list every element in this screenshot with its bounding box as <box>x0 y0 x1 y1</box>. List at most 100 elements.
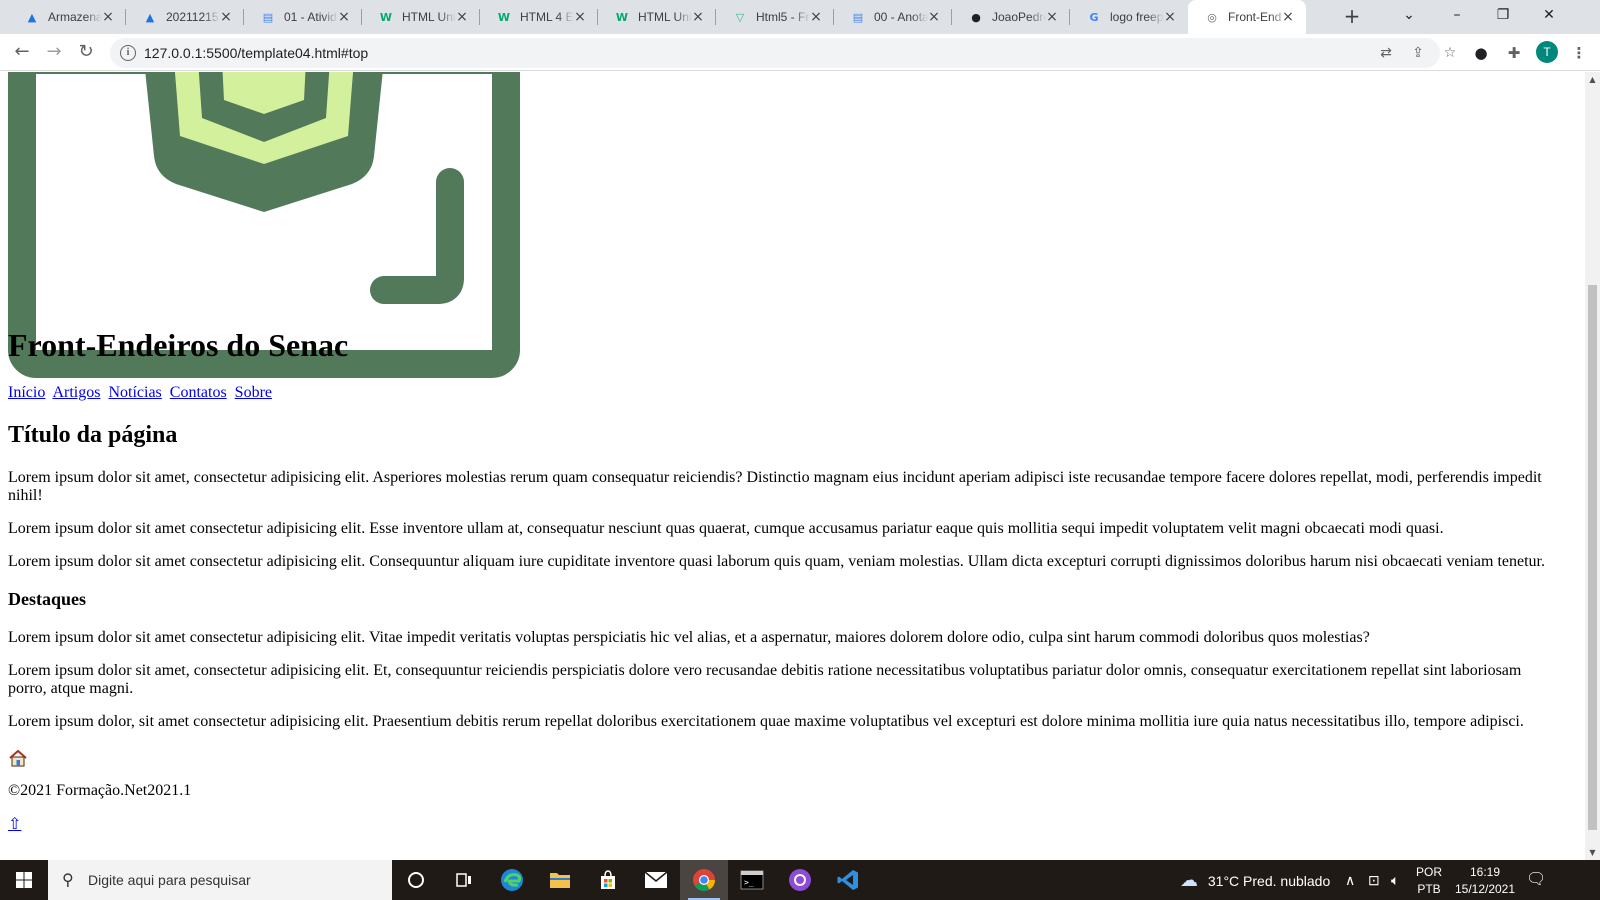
tab-title: logo freep <box>1110 10 1164 24</box>
browser-tab[interactable]: W HTML 4 Er × <box>480 0 598 34</box>
github-icon: ● <box>971 10 981 24</box>
browser-tab[interactable]: W HTML Unic × <box>362 0 480 34</box>
chrome-icon[interactable] <box>680 860 728 900</box>
article-paragraph: Lorem ipsum dolor sit amet consectetur a… <box>8 520 1444 537</box>
extensions-puzzle-icon[interactable]: ✚ <box>1503 42 1525 64</box>
weather-widget[interactable]: ☁ 31°C Pred. nublado <box>1180 860 1330 900</box>
tab-search-icon[interactable]: ⌄ <box>1386 0 1432 34</box>
vscode-icon[interactable] <box>824 860 872 900</box>
page-viewport: Front-Endeiros do Senac Início Artigos N… <box>0 72 1585 860</box>
restore-button[interactable]: ❐ <box>1480 0 1526 34</box>
taskbar-search[interactable]: ⚲ Digite aqui para pesquisar <box>48 860 392 900</box>
tab-title: Front-End <box>1228 10 1282 24</box>
search-icon: ⚲ <box>62 872 74 889</box>
task-view-icon[interactable] <box>440 860 488 900</box>
tab-strip: ▲Armazenar×▲20211215×▤01 - Atividade×WHT… <box>0 0 1600 34</box>
highlights-title: Destaques <box>8 589 87 609</box>
footer-copyright: ©2021 Formação.Net2021.1 <box>8 782 192 799</box>
file-explorer-icon[interactable] <box>536 860 584 900</box>
close-window-button[interactable]: ✕ <box>1526 0 1572 34</box>
tab-close-icon[interactable]: × <box>218 9 234 25</box>
highlight-paragraph: Lorem ipsum dolor sit amet, consectetur … <box>8 662 1522 697</box>
browser-tab[interactable]: ▤ 00 - Anota × <box>834 0 952 34</box>
tab-close-icon[interactable]: × <box>926 9 942 25</box>
highlight-paragraph: Lorem ipsum dolor sit amet consectetur a… <box>8 629 1370 646</box>
browser-tab[interactable]: ▲ 20211215 × <box>126 0 244 34</box>
store-icon[interactable] <box>584 860 632 900</box>
minimize-button[interactable]: – <box>1434 0 1480 34</box>
windows-taskbar: ⚲ Digite aqui para pesquisar >_ ☁ 31°C P… <box>0 860 1600 900</box>
translate-icon[interactable]: ⇄ <box>1376 43 1396 63</box>
browser-tab[interactable]: ▽ Html5 - Fr × <box>716 0 834 34</box>
network-icon[interactable]: ⊡ <box>1368 860 1380 900</box>
profile-avatar[interactable]: T <box>1536 41 1558 63</box>
browser-tab[interactable]: ◎ Front-End × <box>1188 0 1306 34</box>
browser-toolbar: ← → ↻ i 127.0.0.1:5500/template04.html#t… <box>0 34 1600 71</box>
google-icon: G <box>1089 10 1099 24</box>
tab-close-icon[interactable]: × <box>808 9 824 25</box>
windows-start-icon[interactable] <box>0 860 48 900</box>
url-text[interactable]: 127.0.0.1:5500/template04.html#top <box>144 45 368 61</box>
clock-date[interactable]: 15/12/2021 <box>1450 882 1520 896</box>
article-paragraph: Lorem ipsum dolor sit amet, consectetur … <box>8 469 1542 504</box>
logo-corner-bracket <box>370 168 464 304</box>
tab-title: 20211215 <box>166 10 219 24</box>
cloud-icon: ☁ <box>1180 870 1198 890</box>
scrollbar-thumb[interactable] <box>1588 285 1597 830</box>
nav-link-contatos[interactable]: Contatos <box>170 384 227 401</box>
terminal-icon[interactable]: >_ <box>728 860 776 900</box>
share-icon[interactable]: ⇪ <box>1408 43 1428 63</box>
bookmark-star-icon[interactable]: ☆ <box>1440 43 1460 63</box>
volume-icon[interactable]: 🔈︎ <box>1391 860 1399 900</box>
weather-text[interactable]: 31°C Pred. nublado <box>1208 873 1330 889</box>
site-title: Front-Endeiros do Senac <box>8 327 349 363</box>
scroll-up-arrow-icon[interactable]: ▲ <box>1585 72 1600 87</box>
browser-tab[interactable]: ▲ Armazenar × <box>8 0 126 34</box>
mail-icon[interactable] <box>632 860 680 900</box>
tab-close-icon[interactable]: × <box>1162 9 1178 25</box>
show-hidden-icons[interactable]: ∧ <box>1345 860 1355 900</box>
address-bar[interactable]: i 127.0.0.1:5500/template04.html#top ⇄ ⇪… <box>110 38 1456 68</box>
edge-icon[interactable] <box>488 860 536 900</box>
clock-time[interactable]: 16:19 <box>1450 865 1520 879</box>
notification-icon[interactable]: 🗨︎ <box>1526 860 1546 900</box>
tab-close-icon[interactable]: × <box>1044 9 1060 25</box>
tab-title: Html5 - Fr <box>756 10 810 24</box>
tab-close-icon[interactable]: × <box>572 9 588 25</box>
google-drive-icon: ▲ <box>27 10 37 24</box>
tab-close-icon[interactable]: × <box>100 9 116 25</box>
language-top[interactable]: POR <box>1414 865 1444 879</box>
new-tab-button[interactable]: + <box>1340 5 1364 29</box>
page-scrollbar[interactable]: ▲ ▼ <box>1585 72 1600 860</box>
tab-title: HTML Unic <box>638 10 692 24</box>
search-placeholder[interactable]: Digite aqui para pesquisar <box>88 872 251 888</box>
back-icon[interactable]: ← <box>8 39 36 67</box>
browser-tab[interactable]: Glogo freep × <box>1070 0 1188 34</box>
browser-tab[interactable]: W HTML Unic × <box>598 0 716 34</box>
tab-close-icon[interactable]: × <box>690 9 706 25</box>
cortana-icon[interactable] <box>392 860 440 900</box>
browser-tab[interactable]: ● JoaoPedro × <box>952 0 1070 34</box>
tab-close-icon[interactable]: × <box>1280 9 1296 25</box>
google-docs-icon: ▤ <box>852 10 864 24</box>
tab-close-icon[interactable]: × <box>454 9 470 25</box>
browser-tab[interactable]: ▤ 01 - Atividade× <box>244 0 362 34</box>
menu-kebab-icon[interactable]: ⋮ <box>1568 42 1590 64</box>
house-icon[interactable] <box>8 748 28 768</box>
site-info-icon[interactable]: i <box>120 45 136 61</box>
nav-link-inicio[interactable]: Início <box>8 384 45 401</box>
nav-link-artigos[interactable]: Artigos <box>52 384 100 401</box>
reload-icon[interactable]: ↻ <box>72 39 100 67</box>
extension-meet-icon[interactable]: ● <box>1470 42 1492 64</box>
tab-close-icon[interactable]: × <box>336 9 352 25</box>
w3-icon: W <box>615 10 629 24</box>
back-to-top-link[interactable]: ⇧ <box>8 814 21 834</box>
nav-link-sobre[interactable]: Sobre <box>235 384 272 401</box>
language-bottom[interactable]: PTB <box>1414 882 1444 896</box>
scroll-down-arrow-icon[interactable]: ▼ <box>1585 845 1600 860</box>
w3-icon: W <box>497 10 511 24</box>
forward-icon[interactable]: → <box>40 39 68 67</box>
github-desktop-icon[interactable] <box>776 860 824 900</box>
nav-link-noticias[interactable]: Notícias <box>108 384 161 401</box>
tab-title: HTML Unic <box>402 10 456 24</box>
